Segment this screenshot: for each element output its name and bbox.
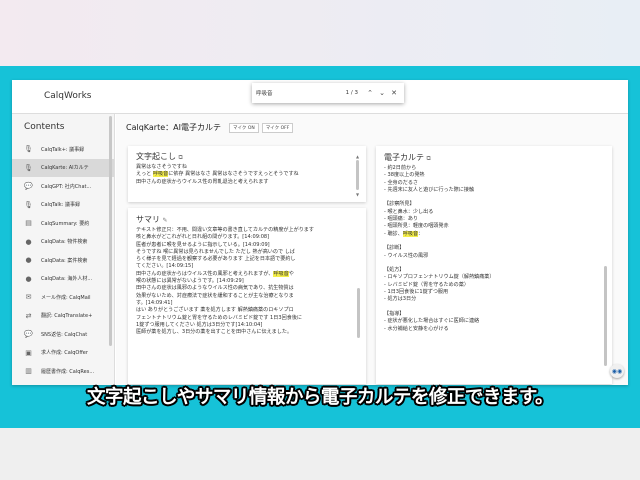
person-icon: ● [25, 274, 32, 283]
copy-icon: ⧉ [178, 154, 183, 161]
ehr-card: 電子カルテ ⧉ - 約2日前から - 38度以上の発熱 - 全身のだるさ - 先… [376, 146, 612, 384]
top-app-bar: CalqWorks 呼吸音 1 / 3 ⌃ ⌄ ✕ [12, 80, 628, 114]
app-window: CalqWorks 呼吸音 1 / 3 ⌃ ⌄ ✕ Contents 🎙 Calq… [12, 80, 628, 385]
scroll-down-icon: ▼ [356, 192, 360, 197]
chat-icon: 💬 [24, 182, 33, 191]
mic-icon: 🎙 [24, 163, 33, 172]
sidebar: Contents 🎙 CalqTalk+: 議事録 🎙 CalqKarte: AIカル… [12, 114, 115, 385]
edit-icon: ✎ [162, 217, 168, 224]
search-input[interactable]: 呼吸音 [256, 89, 346, 97]
sidebar-item-label: CalqTalk+: 議事録 [41, 146, 85, 153]
caption-text: 文字起こしやサマリ情報から電子カルテを修正できます。 [87, 387, 553, 408]
briefcase-icon: ▣ [25, 348, 32, 357]
mic-off-button[interactable]: マイク OFF [261, 122, 294, 133]
sidebar-item[interactable]: ● CalqData: 物件検索 [12, 233, 114, 252]
bottom-background [0, 428, 640, 480]
sidebar-item-label: SNS返信: CalqChat [41, 331, 88, 338]
sidebar-item[interactable]: 🎙 CalqTalk: 議事録 [12, 196, 114, 215]
sidebar-item[interactable]: ✉ メール作成: CalqMail [12, 288, 114, 307]
sidebar-item-label: CalqSummary: 要約 [41, 220, 90, 227]
sidebar-item-label: CalqGPT: 社内Chat... [41, 183, 92, 190]
document-icon: ▥ [25, 367, 32, 376]
person-icon: ● [25, 237, 32, 246]
sidebar-item-label: 履歴書作成: CalqRes... [41, 368, 95, 375]
transcript-text[interactable]: 異常はなさそうですね えっと 呼吸音に依存 異常はなさ 異常はなさそうですえっと… [136, 164, 299, 186]
sidebar-item[interactable]: ⇄ 翻訳: CalqTranslate+ [12, 307, 114, 326]
sidebar-item[interactable]: ▥ 履歴書作成: CalqRes... [12, 362, 114, 381]
sidebar-title: Contents [24, 122, 65, 132]
find-in-page-bar: 呼吸音 1 / 3 ⌃ ⌄ ✕ [252, 83, 404, 103]
scroll-up-icon: ▲ [356, 154, 360, 159]
ehr-title: 電子カルテ ⧉ [384, 153, 431, 162]
sidebar-item-label: CalqData: 海外人材... [41, 276, 93, 283]
app-title: CalqWorks [44, 91, 92, 101]
main-content: CalqKarte：AI電子カルテ マイク ON マイク OFF 文字起こし ⧉… [116, 114, 628, 385]
summary-title: サマリ ✎ [136, 215, 168, 224]
sidebar-item[interactable]: ● CalqData: 海外人材... [12, 270, 114, 289]
sidebar-scrollbar[interactable] [109, 116, 112, 346]
mic-icon: 🎙 [24, 145, 33, 154]
page-header: CalqKarte：AI電子カルテ マイク ON マイク OFF [126, 122, 294, 133]
transcript-scrollbar[interactable] [356, 160, 359, 190]
top-background [0, 0, 640, 72]
sidebar-item[interactable]: 💬 SNS返信: CalqChat [12, 325, 114, 344]
sidebar-item-label: 求人作成: CalqOffer [41, 350, 88, 357]
summary-card: サマリ ✎ テキスト修正只：不用、間違い文章等の書き直してカルテの精度が上がりま… [128, 208, 366, 384]
sidebar-item[interactable]: 🎙 CalqTalk+: 議事録 [12, 140, 114, 159]
mic-icon: 🎙 [24, 200, 33, 209]
summary-text[interactable]: テキスト修正只：不用、間違い文章等の書き直してカルテの精度が上がります 咳と鼻水… [136, 227, 314, 336]
sidebar-item-label: CalqData: 物件検索 [41, 239, 88, 246]
ehr-scrollbar[interactable] [604, 266, 607, 366]
page-title: CalqKarte：AI電子カルテ [126, 123, 221, 132]
person-icon: ● [25, 256, 32, 265]
sidebar-item-label: CalqKarte: AIカルテ [41, 165, 89, 172]
sidebar-item[interactable]: ▤ CalqSummary: 要約 [12, 214, 114, 233]
search-prev-icon[interactable]: ⌃ [364, 89, 376, 97]
sidebar-item[interactable]: 💬 CalqGPT: 社内Chat... [12, 177, 114, 196]
summary-scrollbar[interactable] [357, 288, 360, 338]
sidebar-nav: 🎙 CalqTalk+: 議事録 🎙 CalqKarte: AIカルテ 💬 CalqGPT… [12, 140, 114, 381]
search-next-icon[interactable]: ⌄ [376, 89, 388, 97]
search-match-count: 1 / 3 [345, 90, 358, 96]
sidebar-item-label: 翻訳: CalqTranslate+ [41, 313, 93, 320]
transcript-title: 文字起こし ⧉ [136, 152, 183, 161]
translate-icon: ⇄ [25, 311, 32, 320]
search-close-icon[interactable]: ✕ [388, 89, 400, 97]
ehr-text[interactable]: - 約2日前から - 38度以上の発熱 - 全身のだるさ - 先週末に友人と遊び… [384, 165, 494, 333]
chat-icon: 💬 [24, 330, 33, 339]
transcript-card: 文字起こし ⧉ 異常はなさそうですね えっと 呼吸音に依存 異常はなさ 異常はな… [128, 146, 366, 202]
sidebar-item[interactable]: ▣ 求人作成: CalqOffer [12, 344, 114, 363]
sidebar-item-label: CalqData: 案件検索 [41, 257, 88, 264]
assistant-icon[interactable]: ◉◉ [610, 364, 624, 378]
sidebar-item[interactable]: ● CalqData: 案件検索 [12, 251, 114, 270]
sidebar-item-label: メール作成: CalqMail [41, 294, 91, 301]
summary-icon: ▤ [25, 219, 32, 228]
mic-on-button[interactable]: マイク ON [228, 122, 259, 133]
sidebar-item[interactable]: 🎙 CalqKarte: AIカルテ [12, 158, 114, 177]
sidebar-item-label: CalqTalk: 議事録 [41, 202, 80, 209]
copy-icon: ⧉ [426, 155, 431, 162]
mail-icon: ✉ [25, 293, 32, 302]
